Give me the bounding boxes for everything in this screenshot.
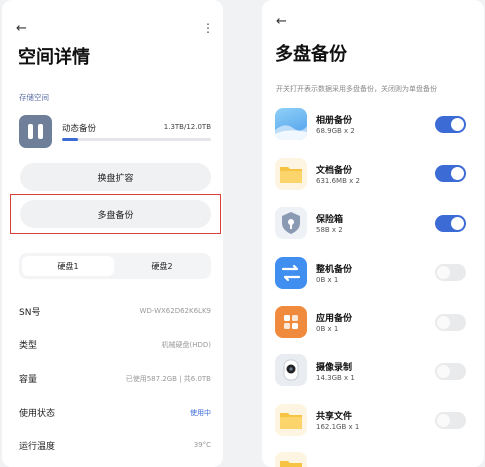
section-label: 存储空间: [19, 93, 49, 102]
photo-album-icon: [275, 108, 307, 140]
page-subtitle: 开关打开表示数据采用多盘备份，关闭则为单盘备份: [276, 85, 437, 93]
folder-icon: [275, 452, 307, 467]
safe-icon: [275, 207, 307, 239]
status-value: 使用中: [190, 409, 211, 417]
item-detail: 14.3GB x 1: [316, 374, 355, 382]
back-arrow-icon[interactable]: ←: [16, 22, 27, 35]
shared-folder-icon: [275, 404, 307, 436]
item-detail: 68.9GB x 2: [316, 127, 355, 135]
type-label: 类型: [19, 341, 38, 351]
toggle-camera-recording[interactable]: [435, 363, 466, 380]
multi-backup-panel: ← 多盘备份 开关打开表示数据采用多盘备份，关闭则为单盘备份 相册备份 68.9…: [262, 0, 484, 467]
toggle-app-backup[interactable]: [435, 314, 466, 331]
volume-name: 动态备份: [62, 124, 97, 134]
item-name: 文档备份: [316, 166, 353, 176]
volume-size: 1.3TB/12.0TB: [163, 123, 211, 131]
sn-label: SN号: [19, 308, 41, 318]
item-name: 应用备份: [316, 314, 353, 324]
status-label: 使用状态: [19, 409, 56, 419]
temperature-value: 39°C: [193, 441, 211, 449]
toggle-safe-box[interactable]: [435, 215, 466, 232]
apps-icon: [275, 306, 307, 338]
back-arrow-icon[interactable]: ←: [276, 15, 287, 28]
item-name: 整机备份: [316, 265, 353, 275]
tab-disk-2[interactable]: 硬盘2: [116, 256, 208, 276]
capacity-value: 已使用587.2GB | 共6.0TB: [125, 375, 211, 383]
more-vertical-icon[interactable]: ⋮: [202, 22, 214, 34]
item-name: 共享文件: [316, 412, 353, 422]
item-name: 相册备份: [316, 116, 353, 126]
expand-button[interactable]: 换盘扩容: [20, 163, 211, 191]
item-name: 摄像录制: [316, 363, 353, 373]
item-detail: 631.6MB x 2: [316, 177, 360, 185]
tab-disk-1[interactable]: 硬盘1: [22, 256, 114, 276]
disk-tabs: 硬盘1 硬盘2: [19, 253, 211, 279]
sn-value: WD-WX62D62K6LK9: [139, 307, 211, 315]
folder-icon: [275, 158, 307, 190]
toggle-document-backup[interactable]: [435, 165, 466, 182]
volume-usage-bar: [62, 138, 211, 141]
toggle-device-backup[interactable]: [435, 264, 466, 281]
storage-detail-panel: ← ⋮ 空间详情 存储空间 动态备份 1.3TB/12.0TB 换盘扩容 多盘备…: [2, 0, 223, 467]
item-name: 保险箱: [316, 215, 344, 225]
camera-icon: [275, 354, 307, 386]
item-detail: 0B x 1: [316, 325, 339, 333]
capacity-label: 容量: [19, 375, 38, 385]
transfer-icon: [275, 257, 307, 289]
drive-icon: [19, 115, 52, 148]
toggle-photo-backup[interactable]: [435, 116, 466, 133]
highlight-box: [10, 194, 221, 234]
temperature-label: 运行温度: [19, 442, 56, 452]
page-title: 空间详情: [18, 47, 90, 68]
type-value: 机械硬盘(HDD): [161, 341, 211, 349]
item-detail: 58B x 2: [316, 226, 343, 234]
toggle-shared-files[interactable]: [435, 412, 466, 429]
item-detail: 0B x 1: [316, 276, 339, 284]
item-detail: 162.1GB x 1: [316, 423, 360, 431]
page-title: 多盘备份: [275, 44, 347, 65]
